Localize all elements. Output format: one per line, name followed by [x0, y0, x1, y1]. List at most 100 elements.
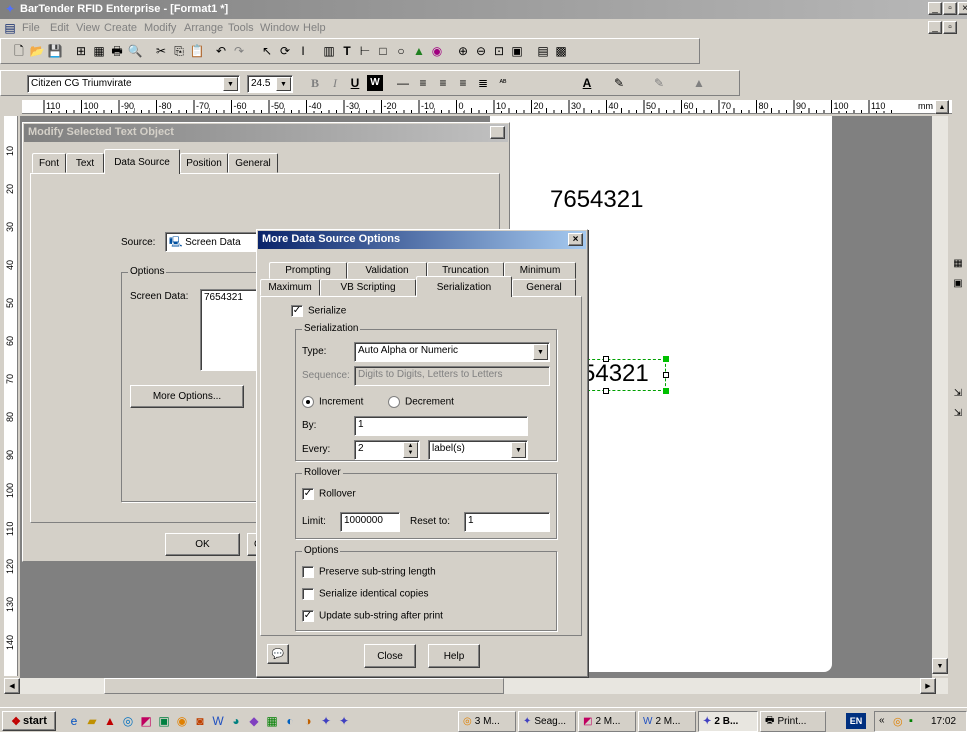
tab-prompting[interactable]: Prompting	[269, 262, 347, 279]
ok-button[interactable]: OK	[165, 533, 240, 556]
help-button[interactable]: Help	[428, 644, 480, 668]
quicklaunch-ie-icon[interactable]: e	[66, 713, 82, 729]
bold-icon[interactable]: B	[307, 75, 323, 91]
paste-icon[interactable]: 📋	[189, 43, 205, 59]
quicklaunch-app-icon[interactable]: ▣	[156, 713, 172, 729]
zoom-fit-icon[interactable]: ⊡	[491, 43, 507, 59]
menu-arrange[interactable]: Arrange	[184, 22, 223, 34]
page-setup-icon[interactable]: ▣	[509, 43, 525, 59]
font-color-icon[interactable]: A	[579, 75, 595, 91]
more-options-button[interactable]: More Options...	[130, 385, 244, 408]
tab-text[interactable]: Text	[66, 153, 104, 173]
quicklaunch-app-icon[interactable]: ◕	[228, 713, 244, 729]
ibeam-icon[interactable]: I	[295, 43, 311, 59]
task-button[interactable]: ✦ Seag...	[518, 711, 576, 732]
selection-handle[interactable]	[603, 388, 609, 394]
task-button[interactable]: W2 M...	[638, 711, 696, 732]
quicklaunch-app-icon[interactable]: ◉	[174, 713, 190, 729]
menu-modify[interactable]: Modify	[144, 22, 176, 34]
canvas-text-top[interactable]: 7654321	[550, 186, 643, 214]
rfid-icon[interactable]: ◉	[429, 43, 445, 59]
task-button[interactable]: ◩ 2 M...	[578, 711, 636, 732]
quicklaunch-app-icon[interactable]: ◑	[300, 713, 316, 729]
font-size-select[interactable]: 24.5 ▼	[247, 75, 293, 93]
serialize-identical-checkbox[interactable]: Serialize identical copies	[302, 588, 429, 600]
strike-icon[interactable]: —	[395, 75, 411, 91]
close-dialog-button[interactable]: Close	[364, 644, 416, 668]
align-right-icon[interactable]: ≡	[455, 75, 471, 91]
tab-validation[interactable]: Validation	[347, 262, 427, 279]
tool-icon[interactable]: ⇲	[950, 406, 966, 422]
screen-data-field[interactable]: 7654321	[200, 289, 260, 371]
scroll-right-button[interactable]: ▶	[920, 678, 936, 694]
underline-icon[interactable]: U	[347, 75, 363, 91]
rectangle-icon[interactable]: □	[375, 43, 391, 59]
doc-minimize-button[interactable]: _	[928, 21, 942, 34]
minimize-button[interactable]: _	[928, 2, 942, 15]
tool-icon[interactable]: ▦	[950, 256, 966, 272]
pointer-icon[interactable]: ↖	[259, 43, 275, 59]
database-icon[interactable]: ⊞	[73, 43, 89, 59]
tab-general[interactable]: General	[228, 153, 278, 173]
open-icon[interactable]: 📂	[29, 43, 45, 59]
undo-icon[interactable]: ↶	[213, 43, 229, 59]
line-color-icon[interactable]: ✎	[651, 75, 667, 91]
doc-restore-button[interactable]: ▫	[943, 21, 957, 34]
quicklaunch-folder-icon[interactable]: ▰	[84, 713, 100, 729]
restore-button[interactable]: ▫	[943, 2, 957, 15]
every-unit-select[interactable]: label(s) ▼	[428, 440, 528, 460]
reset-to-field[interactable]: 1	[464, 512, 550, 532]
rollover-checkbox[interactable]: ✓ Rollover	[302, 488, 356, 500]
print-icon[interactable]: 🖶	[109, 43, 125, 59]
line-icon[interactable]: ⊢	[357, 43, 373, 59]
zoom-in-icon[interactable]: ⊕	[455, 43, 471, 59]
ellipse-icon[interactable]: ○	[393, 43, 409, 59]
spinner-arrows-icon[interactable]: ▲ ▼	[403, 442, 418, 458]
tray-app-icon[interactable]: ◎	[893, 715, 903, 728]
align-center-icon[interactable]: ≡	[435, 75, 451, 91]
tab-font[interactable]: Font	[32, 153, 66, 173]
zoom-out-icon[interactable]: ⊖	[473, 43, 489, 59]
grid-icon[interactable]: ▦	[91, 43, 107, 59]
update-substring-checkbox[interactable]: ✓ Update sub-string after print	[302, 610, 443, 622]
tab-serialization[interactable]: Serialization	[416, 276, 512, 297]
menu-window[interactable]: Window	[260, 22, 299, 34]
calculator-icon[interactable]: ▩	[553, 43, 569, 59]
ruler-scroll-up-button[interactable]: ▲	[935, 100, 949, 114]
scroll-left-button[interactable]: ◀	[4, 678, 20, 694]
h-scroll-thumb[interactable]	[104, 678, 504, 694]
selection-handle[interactable]	[603, 356, 609, 362]
quicklaunch-app-icon[interactable]: ◆	[246, 713, 262, 729]
menu-create[interactable]: Create	[104, 22, 137, 34]
italic-icon[interactable]: I	[327, 75, 343, 91]
tab-minimum[interactable]: Minimum	[504, 262, 576, 279]
quicklaunch-app-icon[interactable]: ◎	[120, 713, 136, 729]
barcode-icon[interactable]: ▥	[321, 43, 337, 59]
tab-vb-scripting[interactable]: VB Scripting	[320, 279, 416, 296]
align-left-icon[interactable]: ≡	[415, 75, 431, 91]
modify-dialog-close-button[interactable]: ×	[490, 126, 505, 139]
tool-icon[interactable]: ▣	[950, 276, 966, 292]
quicklaunch-app-icon[interactable]: ◐	[282, 713, 298, 729]
justify-icon[interactable]: ≣	[475, 75, 491, 91]
copy-icon[interactable]: ⎘	[171, 43, 187, 59]
quicklaunch-bartender-icon[interactable]: ✦	[318, 713, 334, 729]
tray-expand-icon[interactable]: «	[879, 715, 885, 726]
new-icon[interactable]: 🗋	[11, 43, 27, 59]
selection-handle[interactable]	[663, 372, 669, 378]
language-indicator[interactable]: EN	[846, 713, 866, 729]
task-button[interactable]: 🖶 Print...	[760, 711, 826, 732]
close-button[interactable]: ×	[958, 2, 967, 15]
quicklaunch-bartender-icon[interactable]: ✦	[336, 713, 352, 729]
task-button-active[interactable]: ✦ 2 B...	[698, 711, 758, 732]
preserve-substring-checkbox[interactable]: Preserve sub-string length	[302, 566, 436, 578]
scroll-down-button[interactable]: ▼	[932, 658, 948, 674]
tab-general[interactable]: General	[512, 279, 576, 296]
menu-view[interactable]: View	[76, 22, 100, 34]
window-icon[interactable]: ▤	[535, 43, 551, 59]
menu-tools[interactable]: Tools	[228, 22, 254, 34]
every-spinner[interactable]: 2 ▲ ▼	[354, 440, 420, 460]
menu-edit[interactable]: Edit	[50, 22, 69, 34]
selection-handle[interactable]	[663, 356, 669, 362]
redo-icon[interactable]: ↷	[231, 43, 247, 59]
